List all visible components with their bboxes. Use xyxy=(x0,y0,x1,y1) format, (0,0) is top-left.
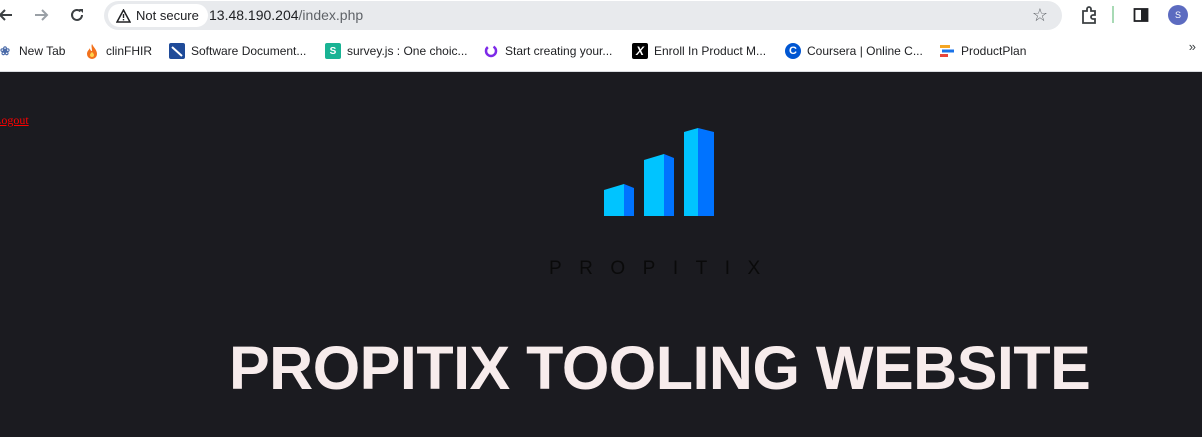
propitix-logo-icon xyxy=(604,128,714,216)
productplan-icon xyxy=(939,43,955,59)
x-icon: X xyxy=(632,43,648,59)
security-label: Not secure xyxy=(136,8,199,23)
separator xyxy=(1112,6,1114,23)
bookmark-software-doc[interactable]: Software Document... xyxy=(169,42,306,60)
bookmark-productplan[interactable]: ProductPlan xyxy=(939,42,1026,60)
bookmark-label: Enroll In Product M... xyxy=(654,44,767,58)
reload-icon[interactable] xyxy=(65,3,89,27)
flame-icon xyxy=(84,43,100,59)
back-icon[interactable] xyxy=(0,3,18,27)
browser-toolbar: Not secure 13.48.190.204/index.php ☆ S xyxy=(0,0,1202,31)
side-panel-icon[interactable] xyxy=(1129,3,1153,27)
bookmark-enroll[interactable]: X Enroll In Product M... xyxy=(632,42,766,60)
logout-link[interactable]: Logout xyxy=(0,113,29,128)
bookmark-label: clinFHIR xyxy=(106,44,153,58)
address-bar[interactable]: Not secure 13.48.190.204/index.php ☆ xyxy=(104,1,1062,30)
software-doc-icon xyxy=(169,43,185,59)
bookmark-surveyjs[interactable]: S survey.js : One choic... xyxy=(325,42,468,60)
bookmark-label: Start creating your... xyxy=(505,44,613,58)
bookmark-label: ProductPlan xyxy=(961,44,1027,58)
bookmarks-overflow-icon[interactable]: » xyxy=(1189,39,1196,54)
extensions-icon[interactable] xyxy=(1077,3,1101,27)
logo-wordmark: PROPITIX xyxy=(549,258,778,279)
bookmark-coursera[interactable]: C Coursera | Online C... xyxy=(785,42,923,60)
bookmark-star-icon[interactable]: ☆ xyxy=(1032,5,1048,26)
warning-triangle-icon xyxy=(116,8,131,23)
bookmark-label: Coursera | Online C... xyxy=(807,44,923,58)
url-text[interactable]: 13.48.190.204/index.php xyxy=(209,1,363,30)
profile-avatar[interactable]: S xyxy=(1168,5,1188,25)
bookmark-canva[interactable]: Start creating your... xyxy=(483,42,612,60)
bookmark-new-tab[interactable]: ❀ New Tab xyxy=(0,42,65,60)
bookmarks-bar: ❀ New Tab clinFHIR Software Document... … xyxy=(0,31,1202,72)
security-chip[interactable]: Not secure xyxy=(108,4,208,27)
coursera-icon: C xyxy=(785,43,801,59)
new-tab-icon: ❀ xyxy=(0,44,11,58)
bookmark-label: survey.js : One choic... xyxy=(347,44,468,58)
bookmark-label: Software Document... xyxy=(191,44,307,58)
page-title: PROPITIX TOOLING WEBSITE xyxy=(229,334,1091,402)
url-path: /index.php xyxy=(298,7,364,23)
bookmark-label: New Tab xyxy=(19,44,66,58)
forward-icon[interactable] xyxy=(29,3,53,27)
canva-icon xyxy=(483,43,499,59)
bookmark-clinfhir[interactable]: clinFHIR xyxy=(84,42,152,60)
url-host: 13.48.190.204 xyxy=(209,7,299,23)
surveyjs-icon: S xyxy=(325,43,341,59)
